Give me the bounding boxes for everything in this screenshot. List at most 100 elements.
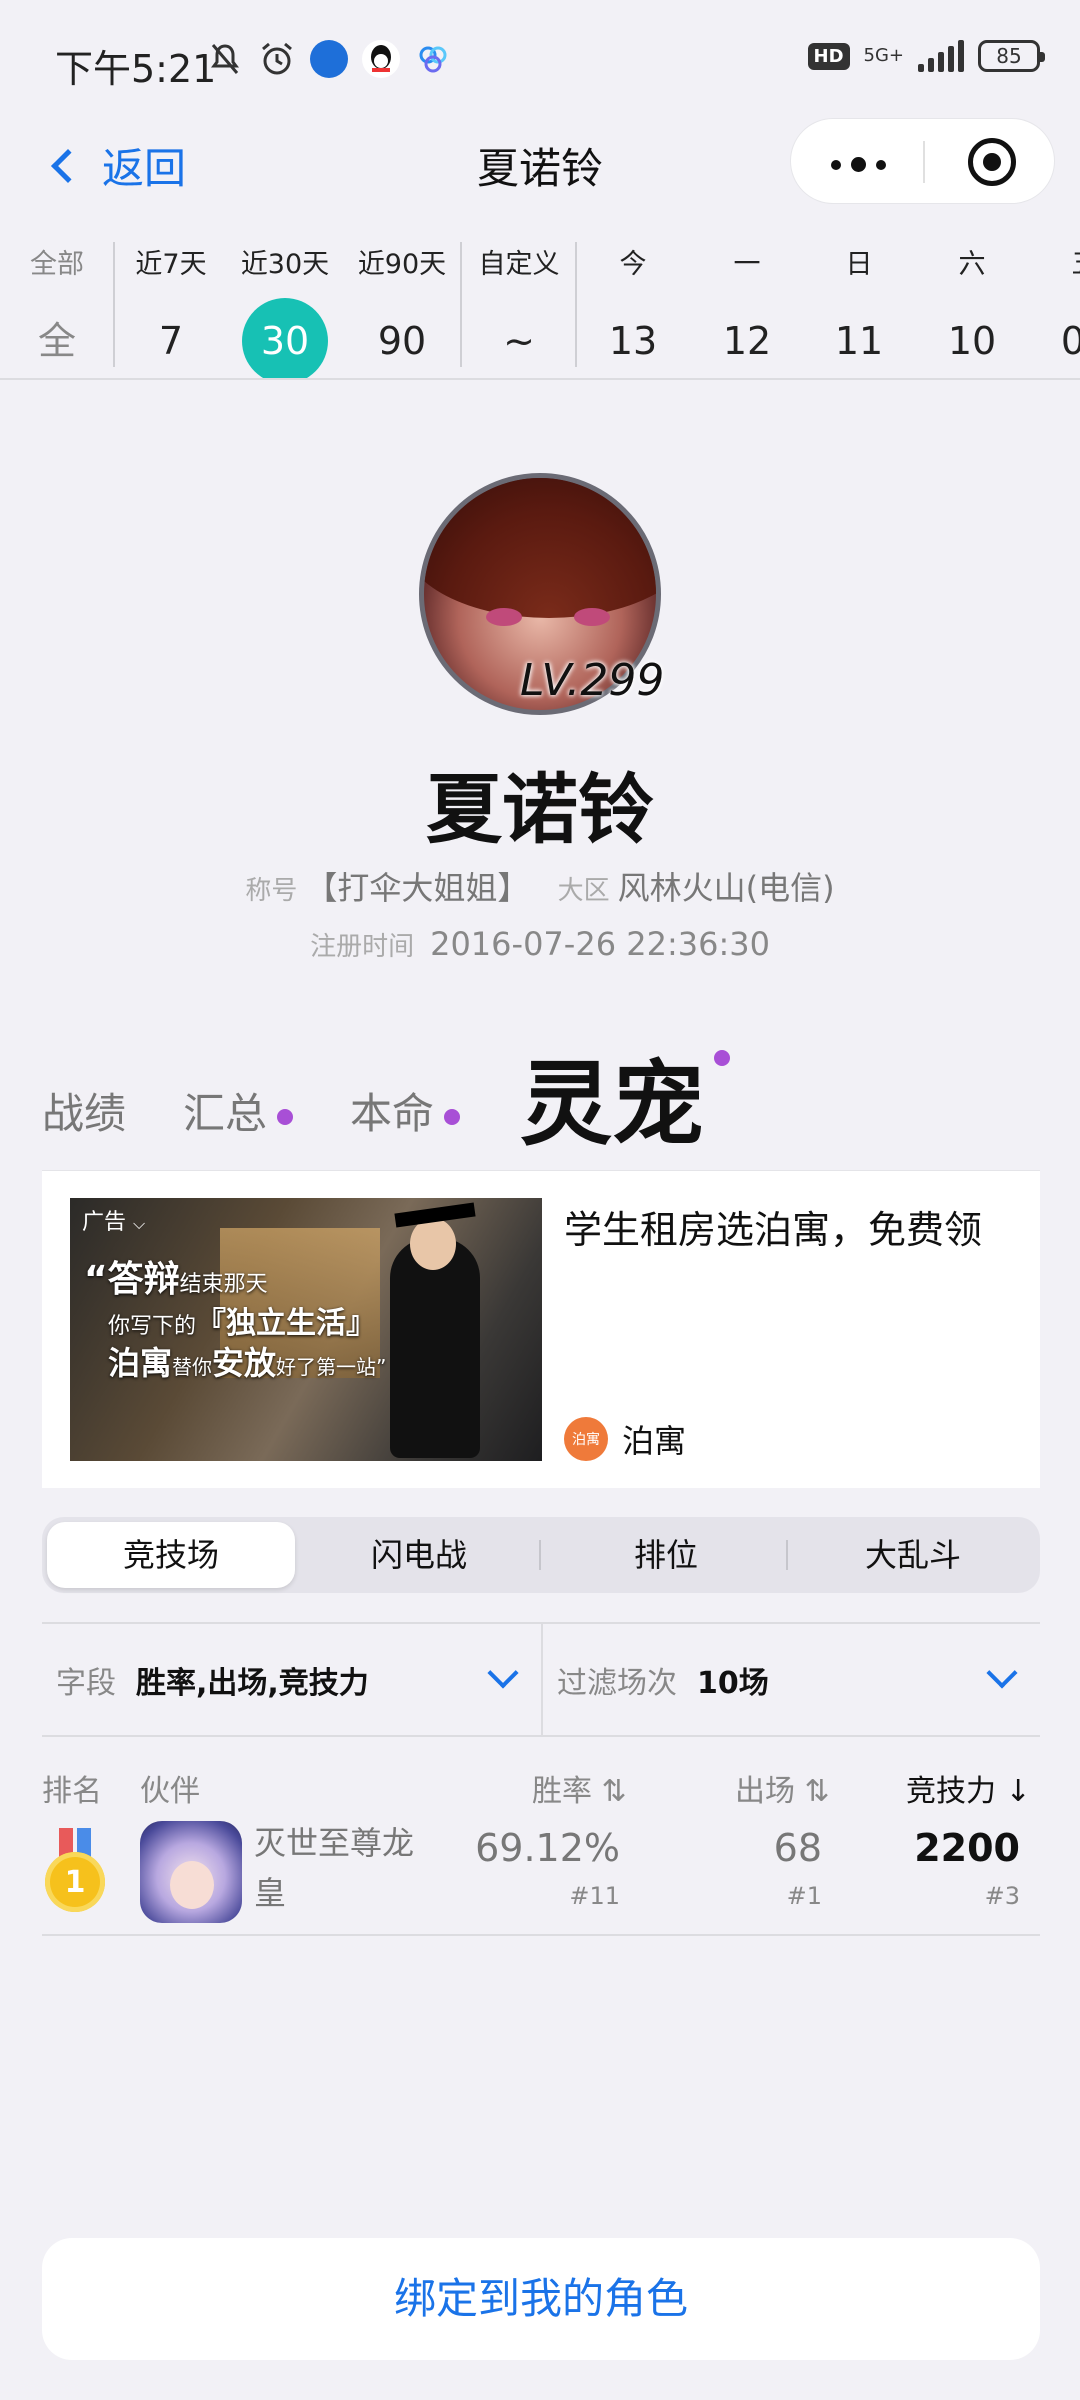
date-filter-custom[interactable]: 自定义 ~ (464, 230, 574, 378)
mode-arena[interactable]: 竞技场 (47, 1522, 295, 1588)
title-value: 【打伞大姐姐】 (305, 869, 530, 907)
tab-label: 战绩 (42, 1089, 127, 1138)
ad-title[interactable]: 学生租房选泊寓，免费领 (564, 1199, 982, 1254)
pet-avatar (140, 1821, 242, 1923)
miniapp-capsule (790, 118, 1055, 204)
ad-text: 泊寓 (108, 1344, 173, 1382)
date-filter-90d[interactable]: 近90天 90 (347, 230, 457, 378)
mode-blitz[interactable]: 闪电战 (295, 1522, 543, 1588)
date-filter-label: 近7天 (135, 249, 207, 280)
date-filter-value: 11 (834, 319, 884, 363)
date-filter-label: 今 (619, 249, 647, 280)
table-row[interactable]: 1 灭世至尊龙皇 69.12% #11 68 #1 2200 #3 (42, 1812, 1040, 1936)
mode-brawl[interactable]: 大乱斗 (789, 1522, 1037, 1588)
hd-badge: HD (807, 42, 850, 70)
alarm-icon (258, 40, 296, 78)
winrate-rank: #11 (569, 1882, 620, 1910)
header-power[interactable]: 竞技力 ↓ (906, 1766, 1031, 1810)
ad-brand[interactable]: 泊寓 泊寓 (564, 1416, 686, 1462)
header-pet: 伙伴 (140, 1774, 200, 1809)
header-winrate[interactable]: 胜率 ⇅ (532, 1766, 627, 1810)
region-key: 大区 (557, 876, 610, 906)
tab-main-hero[interactable]: 本命 (350, 1080, 461, 1141)
ad-tag-label: 广告 (82, 1210, 127, 1235)
date-filter-day[interactable]: 六 10 (917, 230, 1027, 378)
ad-text: 好了第一站” (276, 1355, 387, 1379)
app-notification-icon (310, 40, 348, 78)
tab-label: 本命 (350, 1089, 435, 1138)
register-time: 注册时间 2016-07-26 22:36:30 (0, 925, 1080, 963)
date-filter-day[interactable]: 五 09 (1030, 230, 1080, 378)
date-filter-day[interactable]: 今 13 (578, 230, 688, 378)
appear-value: 68 (773, 1826, 822, 1870)
field-value: 胜率,出场,竞技力 (136, 1665, 369, 1701)
status-time: 下午5:21 (55, 47, 217, 91)
tab-summary[interactable]: 汇总 (183, 1080, 294, 1141)
status-system-icons: HD 5G+ 85 (807, 40, 1045, 72)
player-info: 称号 【打伞大姐姐】 大区 风林火山(电信) (0, 863, 1080, 909)
ad-line-3: 泊寓替你安放好了第一站” (108, 1338, 386, 1384)
ad-image[interactable]: 广告 ⌵ “答辩结束那天 你写下的『独立生活』 泊寓替你安放好了第一站” (70, 1198, 542, 1461)
date-filter-label: 五 (1030, 242, 1080, 281)
ad-text: “答辩 (84, 1259, 180, 1300)
filter-row: 字段 胜率,出场,竞技力 过滤场次 10场 (42, 1622, 1040, 1737)
date-filter-label: 日 (845, 249, 873, 280)
mode-segmented-control: 竞技场 闪电战 排位 大乱斗 (42, 1517, 1040, 1593)
date-filter-day[interactable]: 一 12 (692, 230, 802, 378)
date-filter-value: 12 (722, 319, 772, 363)
tab-pets[interactable]: 灵宠 (520, 1030, 731, 1163)
rank-number: 1 (45, 1852, 105, 1912)
date-filter-value: 10 (947, 319, 997, 363)
new-dot (277, 1108, 294, 1125)
status-notification-icons (206, 40, 452, 78)
date-filter-label: 自定义 (478, 249, 560, 280)
tab-label: 灵宠 (520, 1051, 705, 1158)
ad-tag[interactable]: 广告 ⌵ (82, 1204, 145, 1236)
level-badge: LV.299 (520, 655, 665, 706)
ad-banner[interactable]: 广告 ⌵ “答辩结束那天 你写下的『独立生活』 泊寓替你安放好了第一站” 学生租… (42, 1170, 1040, 1488)
bind-role-button[interactable]: 绑定到我的角色 (42, 2238, 1040, 2360)
date-filter-day[interactable]: 日 11 (804, 230, 914, 378)
ad-text: 『独立生活』 (196, 1306, 377, 1341)
header-appear[interactable]: 出场 ⇅ (735, 1766, 830, 1810)
more-icon[interactable] (831, 157, 886, 172)
chevron-down-icon: ⌵ (133, 1214, 146, 1233)
date-filter-30d[interactable]: 近30天 30 (230, 230, 340, 378)
date-filter-value: 13 (608, 319, 658, 363)
winrate-value: 69.12% (475, 1826, 620, 1870)
date-filter-7d[interactable]: 近7天 7 (116, 230, 226, 378)
field-key: 字段 (56, 1665, 116, 1701)
new-dot (714, 1050, 731, 1066)
pet-name: 灭世至尊龙皇 (254, 1824, 415, 1912)
network-type: 5G+ (863, 45, 904, 66)
title-key: 称号 (245, 876, 298, 906)
nav-bar: 返回 夏诺铃 (0, 115, 1080, 210)
battery-level: 85 (996, 44, 1022, 68)
register-value: 2016-07-26 22:36:30 (430, 925, 770, 963)
tab-label: 汇总 (183, 1089, 268, 1138)
date-filter-value: 7 (158, 319, 184, 363)
count-value: 10场 (697, 1665, 769, 1701)
date-filter-all[interactable]: 全部 全 (2, 230, 112, 378)
close-miniapp-icon[interactable] (968, 138, 1016, 186)
chevron-down-icon (487, 1657, 519, 1689)
date-filter-label: 近30天 (240, 249, 330, 280)
mode-ranked[interactable]: 排位 (542, 1522, 790, 1588)
date-filter-bar: 全部 全 近7天 7 近30天 30 近90天 90 自定义 ~ 今 13 一 … (0, 230, 1080, 380)
tab-record[interactable]: 战绩 (42, 1080, 126, 1141)
field-select[interactable]: 字段 胜率,出场,竞技力 (42, 1624, 540, 1735)
signal-icon (918, 40, 964, 72)
ad-text: 安放 (212, 1344, 277, 1382)
register-key: 注册时间 (310, 932, 415, 962)
ad-brand-name: 泊寓 (622, 1422, 687, 1460)
count-select[interactable]: 过滤场次 10场 (541, 1624, 1039, 1735)
brand-logo-icon: 泊寓 (564, 1417, 608, 1461)
gold-medal-icon: 1 (42, 1828, 108, 1918)
cloud-app-icon (414, 40, 452, 78)
ad-line-2: 你写下的『独立生活』 (108, 1298, 376, 1342)
date-filter-label: 近90天 (357, 249, 447, 280)
power-value: 2200 (914, 1826, 1020, 1870)
appear-rank: #1 (786, 1882, 822, 1910)
qq-icon (362, 40, 400, 78)
mute-bell-icon (206, 40, 244, 78)
